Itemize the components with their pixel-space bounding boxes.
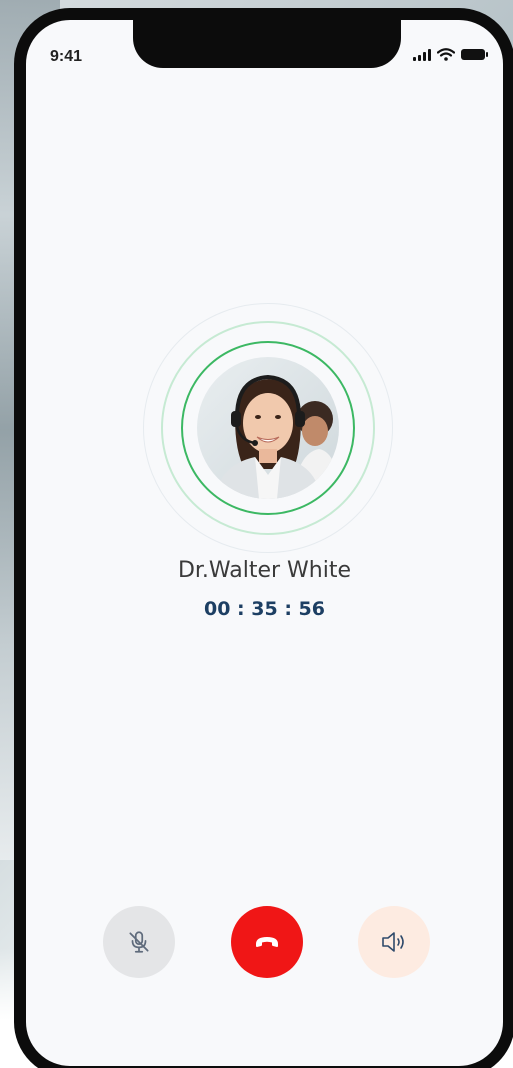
microphone-muted-icon <box>129 931 149 953</box>
phone-frame: 9:41 Dr.Walter White 00: 35: 56 <box>14 8 513 1068</box>
wifi-icon <box>437 48 455 61</box>
status-icons <box>413 48 488 61</box>
call-timer: 00 : 35 : 56 <box>204 598 325 620</box>
speaker-icon <box>382 932 404 952</box>
mute-button[interactable] <box>103 906 175 978</box>
end-call-icon <box>256 937 278 947</box>
caller-avatar <box>197 357 339 499</box>
battery-icon <box>461 49 488 60</box>
cellular-signal-icon <box>413 48 431 61</box>
calling-rings <box>143 303 393 553</box>
status-time: 9:41 <box>50 48 83 65</box>
end-call-button[interactable] <box>231 906 303 978</box>
speaker-button[interactable] <box>358 906 430 978</box>
phone-notch <box>133 20 401 68</box>
caller-name: Dr.Walter White <box>177 558 352 583</box>
